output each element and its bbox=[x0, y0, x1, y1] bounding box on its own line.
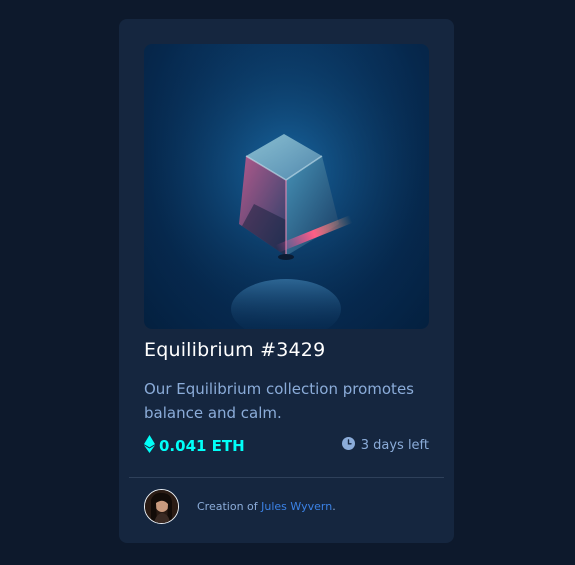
time-left: 3 days left bbox=[341, 437, 429, 454]
clock-icon bbox=[341, 437, 355, 454]
nft-description: Our Equilibrium collection promotes bala… bbox=[144, 380, 414, 422]
divider bbox=[129, 477, 444, 478]
creator-row: Creation of Jules Wyvern. bbox=[144, 489, 336, 524]
creator-link[interactable]: Jules Wyvern bbox=[261, 500, 332, 513]
cube-illustration bbox=[144, 44, 429, 329]
creation-text: Creation of Jules Wyvern. bbox=[197, 500, 336, 513]
price-value: 0.041 ETH bbox=[159, 437, 245, 455]
ethereum-icon bbox=[144, 435, 155, 457]
price-row: 0.041 ETH bbox=[144, 435, 245, 457]
nft-card: Equilibrium #3429 Our Equilibrium collec… bbox=[119, 19, 454, 543]
creation-prefix: Creation of bbox=[197, 500, 262, 513]
creation-suffix: . bbox=[332, 500, 336, 513]
equilibrium-image[interactable] bbox=[144, 44, 429, 329]
avatar bbox=[144, 489, 179, 524]
time-left-label: 3 days left bbox=[360, 438, 429, 453]
nft-title[interactable]: Equilibrium #3429 bbox=[144, 339, 325, 361]
